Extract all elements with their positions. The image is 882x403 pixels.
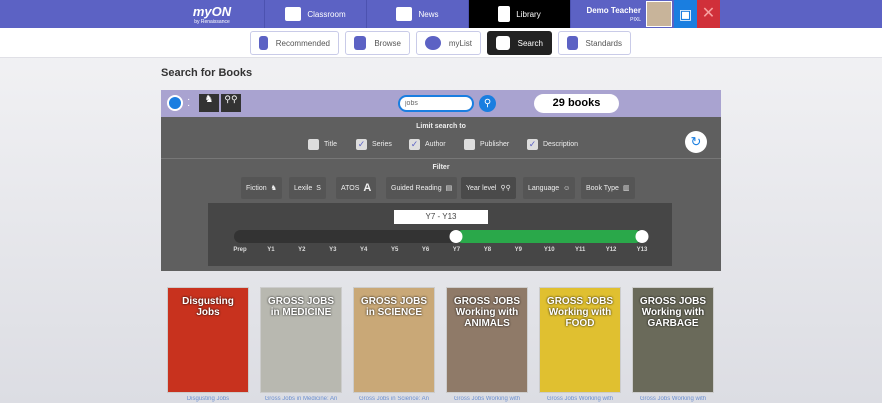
search-input[interactable] [398,95,474,112]
slider-fill [456,230,642,243]
title-checkbox[interactable]: Title [308,139,337,150]
slider-tick: Y7 [452,247,461,253]
heart-icon [425,36,441,50]
more-icon[interactable]: · · [187,95,190,111]
slider-min-handle[interactable] [449,230,463,243]
slider-max-handle[interactable] [635,230,649,243]
slider-tick: Y12 [605,247,617,253]
search-icon[interactable]: ⚲ [479,95,496,112]
slider-tick: Y3 [329,247,337,253]
filter-atos[interactable]: ATOS A [336,177,377,199]
avatar[interactable] [646,1,672,27]
people-icon: ⚲⚲ [500,185,511,192]
myon-logo[interactable]: myON by Renaissance [160,0,265,28]
book-cover[interactable]: Disgusting Jobs [167,287,249,393]
range-label: Y7 - Y13 [394,210,488,224]
slider-tick: Y1 [267,247,275,253]
thumbs-up-icon [259,36,268,50]
result-count: 29 books [534,94,619,113]
book-title-link[interactable]: Gross Jobs Working with [535,396,625,402]
books-icon: ▥ [622,185,630,192]
slider-tick: Y10 [543,247,555,253]
limit-label: Limit search to [416,123,466,130]
book-title-link[interactable]: Gross Jobs in Science: An [349,396,439,402]
description-checkbox[interactable]: ✓ Description [527,139,578,150]
cover-title: Disgusting Jobs [182,296,234,318]
search-bar: ·· ♞ ⚲⚲ ⚲ 29 books [161,90,721,117]
book-cover[interactable]: GROSS JOBS Working with FOOD [539,287,621,393]
standards-icon [567,36,578,50]
slider-tick: Y5 [390,247,399,253]
filter-language[interactable]: Language ☺ [523,177,576,199]
book-cover[interactable]: GROSS JOBS in SCIENCE [353,287,435,393]
slider-tick: Y6 [421,247,430,253]
tablet-icon[interactable]: ▣ [674,0,697,28]
library-subnav: Recommended Browse myList Search Standar… [0,28,882,58]
slider-tick: Prep [233,247,247,253]
filter-lexile[interactable]: Lexile S [289,177,326,199]
tab-classroom[interactable]: Classroom [265,0,367,28]
recommended-button[interactable]: Recommended [250,31,339,55]
book-title-link[interactable]: Disgusting Jobs [163,396,253,402]
mylist-button[interactable]: myList [416,31,481,55]
standards-button[interactable]: Standards [558,31,631,55]
slider-tick: Y4 [360,247,368,253]
page-title: Search for Books [161,67,253,79]
divider [161,158,721,159]
filter-fiction[interactable]: Fiction ♞ [241,177,282,199]
book-cover[interactable]: GROSS JOBS Working with GARBAGE [632,287,714,393]
publisher-checkbox[interactable]: Publisher [464,139,509,150]
close-icon[interactable]: ✕ [697,0,720,28]
book-title-link[interactable]: Gross Jobs in Medicine: An [256,396,346,402]
book-cover[interactable]: GROSS JOBS in MEDICINE [260,287,342,393]
book-icon [498,6,511,22]
cover-title: GROSS JOBS in SCIENCE [360,296,428,318]
year-level-filter-icon[interactable]: ⚲⚲ [221,94,241,112]
search-button[interactable]: Search [487,31,552,55]
speech-icon: ☺ [563,184,571,192]
author-checkbox[interactable]: ✓ Author [409,139,446,150]
reset-icon[interactable]: ↻ [685,131,707,153]
filter-year-level[interactable]: Year level ⚲⚲ [461,177,516,199]
guided-reading-icon: ▤ [445,185,453,192]
slider-tick: Y13 [636,247,648,253]
lightbulb-icon[interactable] [167,95,183,111]
slider-tick: Y11 [574,247,586,253]
cover-title: GROSS JOBS Working with ANIMALS [453,296,521,329]
cover-title: GROSS JOBS Working with FOOD [546,296,614,329]
fiction-filter-icon[interactable]: ♞ [199,94,219,112]
filter-guided-reading[interactable]: Guided Reading ▤ [386,177,458,199]
lexile-icon: S [316,184,321,192]
news-icon [396,7,413,21]
top-nav: myON by Renaissance Classroom News Libra… [0,0,882,28]
book-title-link[interactable]: Gross Jobs Working with [628,396,718,402]
series-checkbox[interactable]: ✓ Series [356,139,392,150]
filter-label: Filter [432,164,450,171]
search-book-icon [496,36,510,50]
binoculars-icon [354,36,367,50]
horse-icon: ♞ [270,185,277,192]
cover-title: GROSS JOBS Working with GARBAGE [639,296,707,329]
filter-book-type[interactable]: Book Type ▥ [581,177,635,199]
slider-tick: Y9 [514,247,522,253]
slider-tick: Y8 [483,247,492,253]
slider-tick: Y2 [298,247,306,253]
year-level-slider-panel: Y7 - Y13 Prep Y1 Y2 Y3 Y4 Y5 Y6 Y7 Y8 Y9 Y10 Y11 Y12… [208,203,672,266]
tab-news[interactable]: News [367,0,469,28]
book-title-link[interactable]: Gross Jobs Working with [442,396,532,402]
user-menu[interactable]: Demo Teacher PIXL [571,0,645,28]
classroom-icon [285,7,302,21]
cover-title: GROSS JOBS in MEDICINE [267,296,335,318]
book-cover[interactable]: GROSS JOBS Working with ANIMALS [446,287,528,393]
browse-button[interactable]: Browse [345,31,410,55]
tab-library[interactable]: Library [469,0,571,28]
filter-panel: Limit search to Title ✓ Series ✓ Author Pu… [161,117,721,271]
atos-icon: A [363,182,372,194]
